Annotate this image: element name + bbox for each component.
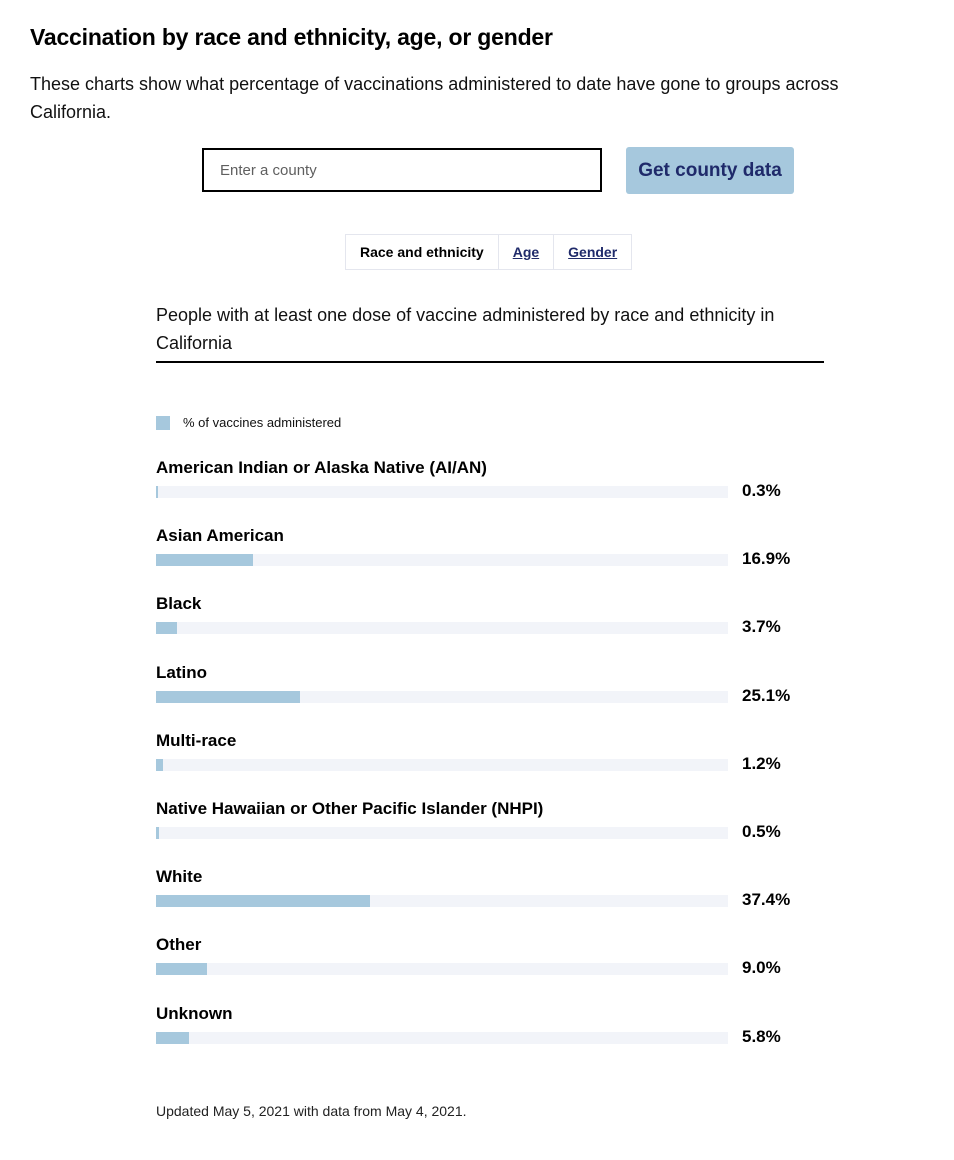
page-heading: Vaccination by race and ethnicity, age, … xyxy=(30,24,553,50)
chart-tabs: Race and ethnicity Age Gender xyxy=(345,234,633,270)
bar-category-label: Multi-race xyxy=(156,730,237,750)
bar-value-label: 3.7% xyxy=(742,617,781,637)
bar-category-label: Other xyxy=(156,935,202,955)
update-note: Updated May 5, 2021 with data from May 4… xyxy=(156,1103,467,1119)
bar xyxy=(156,826,159,839)
bar-category-label: White xyxy=(156,867,203,887)
bar xyxy=(156,622,178,635)
bar-value-label: 0.3% xyxy=(742,481,781,500)
bar-track xyxy=(156,690,728,703)
bar-row: Multi-race 1.2% xyxy=(156,731,836,799)
bar-category-label: Native Hawaiian or Other Pacific Islande… xyxy=(156,798,544,818)
bar-value-label: 16.9% xyxy=(742,549,791,569)
get-county-data-button[interactable]: Get county data xyxy=(626,147,794,194)
bar-track xyxy=(156,554,728,567)
bar-row: Native Hawaiian or Other Pacific Islande… xyxy=(156,799,836,867)
bar-row: Black 3.7% xyxy=(156,594,836,662)
bar-track xyxy=(156,826,728,839)
bar-row: Latino 25.1% xyxy=(156,663,836,731)
bar-category-label: Asian American xyxy=(156,526,284,546)
chart-title: People with at least one dose of vaccine… xyxy=(156,301,824,363)
legend-swatch xyxy=(156,415,170,430)
bar xyxy=(156,758,163,771)
bar-value-label: 5.8% xyxy=(742,1026,781,1046)
county-input[interactable] xyxy=(202,148,602,192)
bar xyxy=(156,963,208,976)
bar-category-label: Black xyxy=(156,594,202,614)
tab-age[interactable]: Age xyxy=(499,235,555,269)
bar-track xyxy=(156,1031,728,1044)
bar-track xyxy=(156,622,728,635)
bar-value-label: 0.5% xyxy=(742,821,781,841)
bar-value-label: 25.1% xyxy=(742,685,791,705)
bar-row: Asian American 16.9% xyxy=(156,526,836,594)
legend-label: % of vaccines administered xyxy=(183,415,342,430)
bar-row: Other 9.0% xyxy=(156,935,836,1003)
county-search: Get county data xyxy=(202,147,802,194)
bar-category-label: Latino xyxy=(156,662,207,682)
bar-category-label: American Indian or Alaska Native (AI/AN) xyxy=(156,458,487,477)
bar xyxy=(156,690,300,703)
bar-value-label: 9.0% xyxy=(742,958,781,978)
bar-row: Unknown 5.8% xyxy=(156,1004,836,1072)
bar xyxy=(156,486,158,498)
bar xyxy=(156,895,370,908)
bar xyxy=(156,554,253,567)
tab-gender[interactable]: Gender xyxy=(554,235,631,269)
chart-legend: % of vaccines administered xyxy=(156,415,341,430)
bar-row: White 37.4% xyxy=(156,867,836,935)
bar-value-label: 37.4% xyxy=(742,890,791,910)
bar-row: American Indian or Alaska Native (AI/AN)… xyxy=(156,458,836,526)
bar-track xyxy=(156,895,728,908)
bar-category-label: Unknown xyxy=(156,1003,233,1023)
bar-track xyxy=(156,963,728,976)
tab-race-and-ethnicity[interactable]: Race and ethnicity xyxy=(346,235,499,269)
bar-track xyxy=(156,758,728,771)
bar-track xyxy=(156,486,728,498)
bar-value-label: 1.2% xyxy=(742,753,781,773)
bar xyxy=(156,1031,190,1044)
bar-chart: American Indian or Alaska Native (AI/AN)… xyxy=(156,458,836,1072)
intro-text: These charts show what percentage of vac… xyxy=(30,74,839,122)
